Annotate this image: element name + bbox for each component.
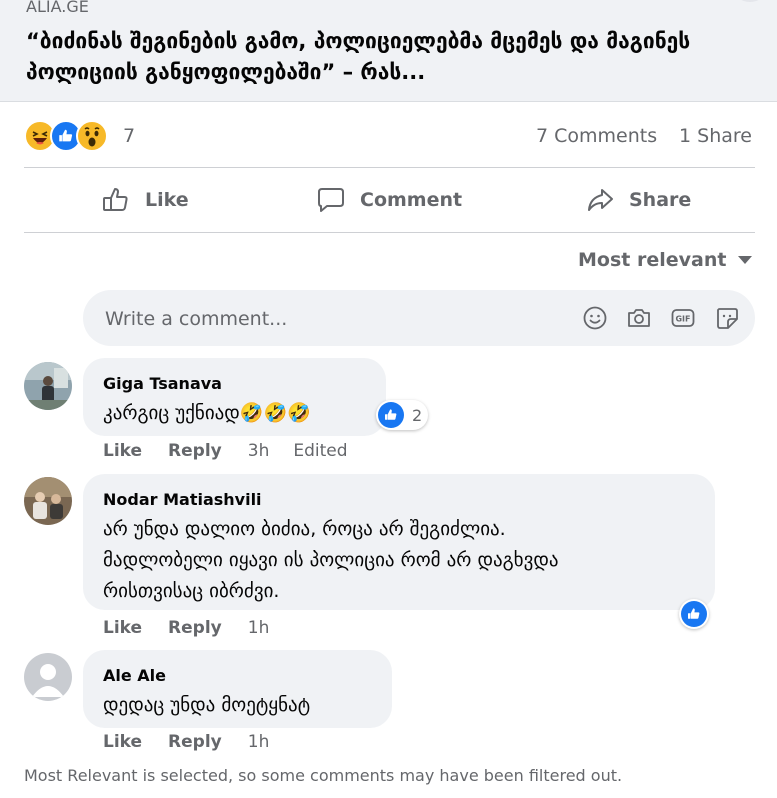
comment-input[interactable] [103, 304, 547, 334]
comment-timestamp[interactable]: 1h [248, 618, 270, 638]
comment-bubble: Ale Ale დედაც უნდა მოეტყნატ [83, 650, 392, 728]
comment-bubble: Giga Tsanava კარგიც უქნიად🤣🤣🤣 [83, 358, 386, 436]
comment-reply-link[interactable]: Reply [168, 732, 222, 752]
link-title[interactable]: “ბიძინას შეგინების გამო, პოლიციელებმა მც… [26, 26, 756, 88]
caret-down-icon [738, 256, 753, 264]
avatar[interactable] [24, 653, 72, 701]
link-preview[interactable]: ALIA.GE “ბიძინას შეგინების გამო, პოლიციე… [0, 0, 777, 102]
camera-icon[interactable] [626, 305, 652, 331]
avatar[interactable] [24, 477, 72, 525]
filter-notice: Most Relevant is selected, so some comme… [24, 766, 623, 785]
comment-reaction-badge[interactable]: 2 [376, 400, 429, 430]
more-options-button[interactable] [735, 0, 765, 2]
sort-label: Most relevant [578, 249, 727, 271]
like-icon [681, 601, 707, 627]
comments-count[interactable]: 7 Comments [536, 125, 657, 147]
comment-button[interactable]: Comment [316, 180, 462, 220]
reaction-count[interactable]: 7 [123, 125, 135, 147]
share-count[interactable]: 1 Share [679, 125, 752, 147]
link-domain: ALIA.GE [26, 0, 89, 16]
comment-text-line: რისთვისაც იბრძვი. [103, 580, 280, 602]
thumbs-up-icon [103, 188, 128, 211]
divider [24, 167, 755, 168]
share-button[interactable]: Share [585, 180, 691, 220]
comment-label: Comment [360, 189, 463, 211]
avatar[interactable] [24, 362, 72, 410]
like-button[interactable]: Like [101, 180, 189, 220]
divider [24, 232, 755, 233]
reaction-count: 2 [412, 405, 423, 425]
edited-label[interactable]: Edited [293, 441, 347, 461]
like-label: Like [145, 189, 189, 211]
reaction-icons[interactable] [24, 120, 108, 152]
sticker-icon[interactable] [714, 305, 740, 331]
comment-author[interactable]: Nodar Matiashvili [103, 490, 262, 509]
emoji-icon[interactable] [582, 305, 608, 331]
comment-timestamp[interactable]: 1h [248, 732, 270, 752]
comment-like-link[interactable]: Like [103, 441, 142, 461]
comment-icon [318, 188, 344, 212]
comment-meta: Like Reply 1h [103, 732, 269, 752]
gif-icon[interactable]: GIF [670, 305, 696, 331]
comment-text-line: არ უნდა დალიო ბიძია, როცა არ შეგიძლია. [103, 518, 506, 540]
wow-icon [76, 120, 108, 152]
comment-meta: Like Reply 1h [103, 618, 269, 638]
comment-timestamp[interactable]: 3h [248, 441, 270, 461]
comment-text: კარგიც უქნიად🤣🤣🤣 [103, 402, 311, 424]
comment-text-line: მადლობელი იყავი ის პოლიცია რომ არ დაგხვდ… [103, 549, 559, 571]
comment-like-link[interactable]: Like [103, 732, 142, 752]
comment-text: დედაც უნდა მოეტყნატ [103, 694, 311, 716]
share-icon [588, 189, 613, 211]
comment-meta: Like Reply 3h Edited [103, 441, 348, 461]
comment-reaction-badge[interactable] [679, 599, 709, 629]
comment-bubble: Nodar Matiashvili არ უნდა დალიო ბიძია, რ… [83, 474, 715, 610]
comment-like-link[interactable]: Like [103, 618, 142, 638]
comment-reply-link[interactable]: Reply [168, 441, 222, 461]
share-label: Share [629, 189, 692, 211]
like-icon [378, 402, 404, 428]
svg-text:GIF: GIF [675, 315, 690, 324]
comment-reply-link[interactable]: Reply [168, 618, 222, 638]
comment-composer[interactable]: GIF [83, 290, 755, 346]
comment-author[interactable]: Giga Tsanava [103, 374, 222, 393]
comment-author[interactable]: Ale Ale [103, 666, 166, 685]
sort-dropdown[interactable]: Most relevant [578, 249, 753, 271]
